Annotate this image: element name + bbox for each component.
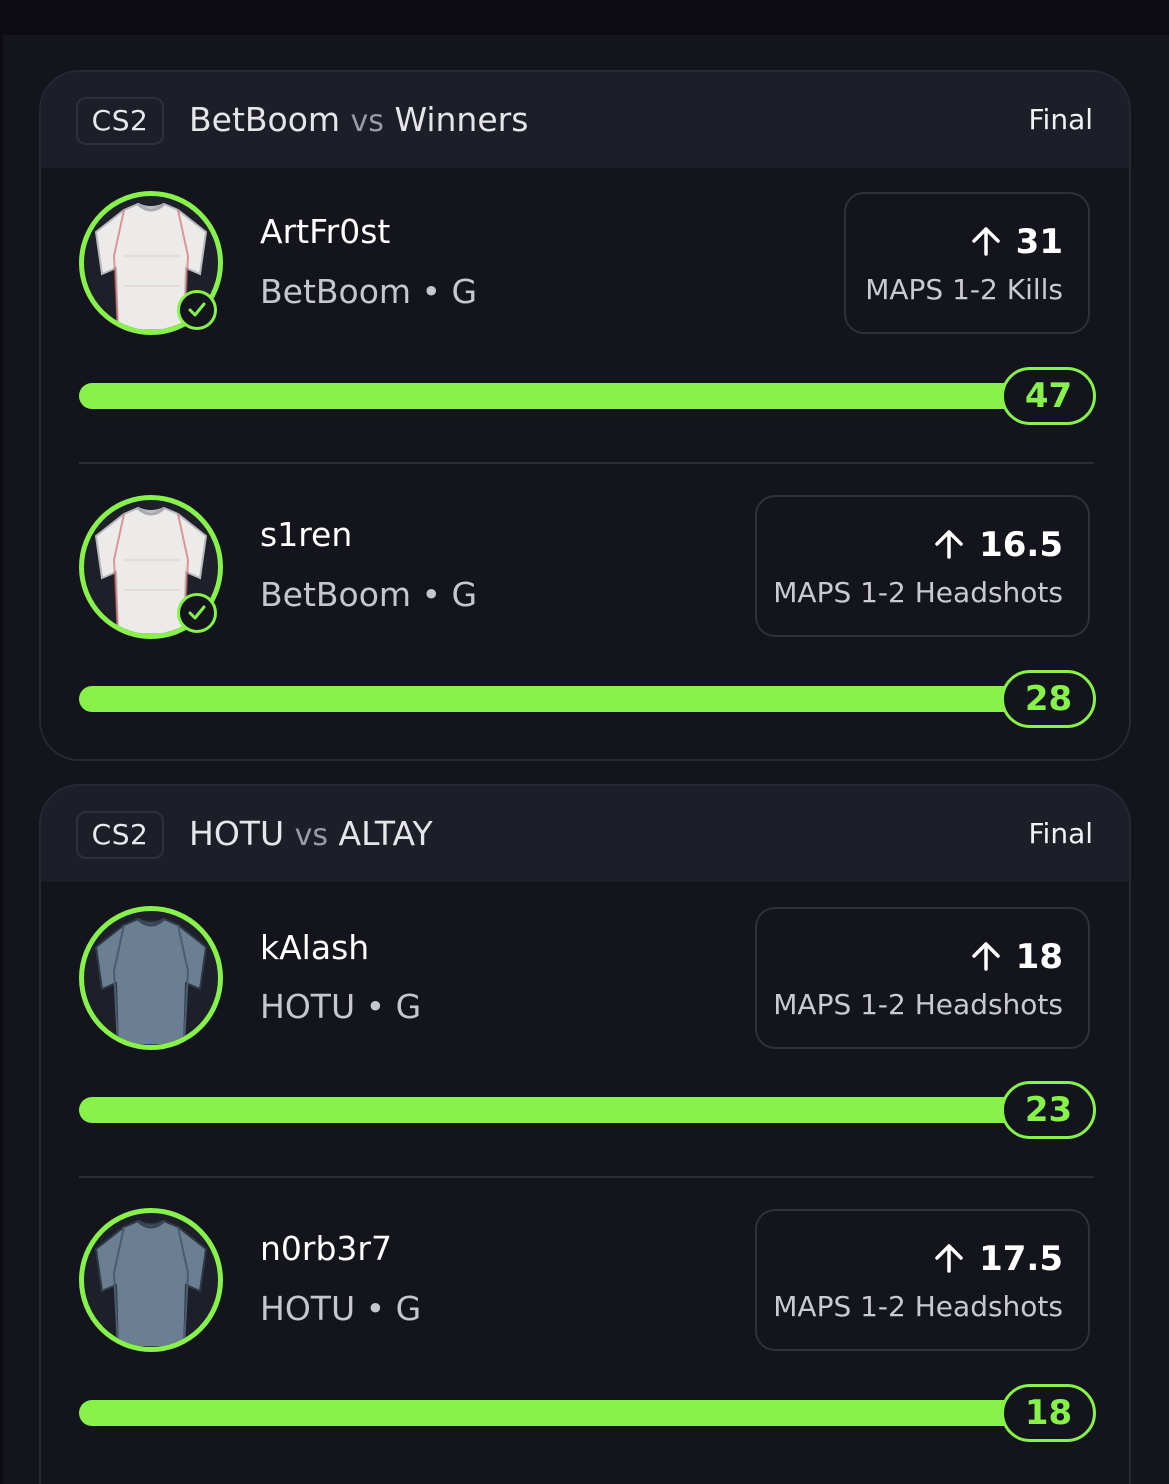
match-card[interactable]: CS2 HOTU vs ALTAY Final kAlash HOTU • G … <box>39 784 1131 1484</box>
player-team: HOTU • G <box>260 1289 422 1328</box>
stat-box[interactable]: 17.5 MAPS 1-2 Headshots <box>755 1209 1090 1351</box>
result-value: 47 <box>1001 367 1096 425</box>
vs-label: vs <box>294 818 328 853</box>
stat-label: MAPS 1-2 Kills <box>865 273 1063 306</box>
player-name: ArtFr0st <box>260 212 391 251</box>
check-icon <box>177 290 217 330</box>
blue-jersey-icon <box>94 1219 208 1347</box>
arrow-up-icon <box>971 942 1000 971</box>
player-team: BetBoom • G <box>260 575 478 614</box>
stat-box[interactable]: 16.5 MAPS 1-2 Headshots <box>755 495 1090 637</box>
match-status: Final <box>1028 817 1093 850</box>
match-card[interactable]: CS2 BetBoom vs Winners Final ArtFr0st Be… <box>39 70 1131 761</box>
player-avatar <box>79 906 223 1050</box>
pick-row[interactable]: kAlash HOTU • G 18 MAPS 1-2 Headshots 23 <box>41 882 1129 1178</box>
blue-jersey-icon <box>94 917 208 1045</box>
team-b-name: ALTAY <box>338 814 433 853</box>
pick-row[interactable]: n0rb3r7 HOTU • G 17.5 MAPS 1-2 Headshots… <box>41 1185 1129 1484</box>
stat-line: 18 <box>970 935 1063 979</box>
vs-label: vs <box>350 104 384 139</box>
team-b-name: Winners <box>394 100 529 139</box>
team-a-name: BetBoom <box>189 100 341 139</box>
divider <box>79 1176 1094 1178</box>
divider <box>79 462 1094 464</box>
team-a-name: HOTU <box>189 814 285 853</box>
result-value: 18 <box>1001 1384 1096 1442</box>
player-name: s1ren <box>260 515 353 554</box>
stat-label: MAPS 1-2 Headshots <box>773 576 1063 609</box>
check-icon <box>177 593 217 633</box>
match-title: BetBoom vs Winners <box>189 98 528 144</box>
match-title: HOTU vs ALTAY <box>189 812 433 858</box>
result-value: 28 <box>1001 670 1096 728</box>
stat-line: 31 <box>970 220 1063 264</box>
player-avatar <box>79 1208 223 1352</box>
player-team: BetBoom • G <box>260 272 478 311</box>
match-status: Final <box>1028 103 1093 136</box>
player-name: n0rb3r7 <box>260 1229 392 1268</box>
left-edge <box>0 35 3 1484</box>
picks-screen: CS2 BetBoom vs Winners Final ArtFr0st Be… <box>0 0 1169 1484</box>
pick-row[interactable]: s1ren BetBoom • G 16.5 MAPS 1-2 Headshot… <box>41 471 1129 759</box>
progress-bar <box>79 383 1049 409</box>
stat-label: MAPS 1-2 Headshots <box>773 1290 1063 1323</box>
stat-box[interactable]: 31 MAPS 1-2 Kills <box>844 192 1090 334</box>
stat-label: MAPS 1-2 Headshots <box>773 988 1063 1021</box>
player-team: HOTU • G <box>260 987 422 1026</box>
player-name: kAlash <box>260 928 370 967</box>
progress-bar <box>79 1400 1049 1426</box>
arrow-up-icon <box>935 1244 963 1273</box>
progress-bar <box>79 1097 1049 1123</box>
progress-bar <box>79 686 1049 712</box>
pick-row[interactable]: ArtFr0st BetBoom • G 31 MAPS 1-2 Kills 4… <box>41 168 1129 464</box>
game-badge: CS2 <box>76 811 164 859</box>
arrow-up-icon <box>935 530 963 559</box>
match-header: CS2 HOTU vs ALTAY Final <box>41 786 1129 882</box>
arrow-up-icon <box>971 227 1000 256</box>
top-bar <box>0 0 1169 35</box>
stat-line: 17.5 <box>933 1237 1063 1281</box>
result-value: 23 <box>1001 1081 1096 1139</box>
stat-box[interactable]: 18 MAPS 1-2 Headshots <box>755 907 1090 1049</box>
stat-line: 16.5 <box>933 523 1063 567</box>
game-badge: CS2 <box>76 97 164 145</box>
match-header: CS2 BetBoom vs Winners Final <box>41 72 1129 168</box>
